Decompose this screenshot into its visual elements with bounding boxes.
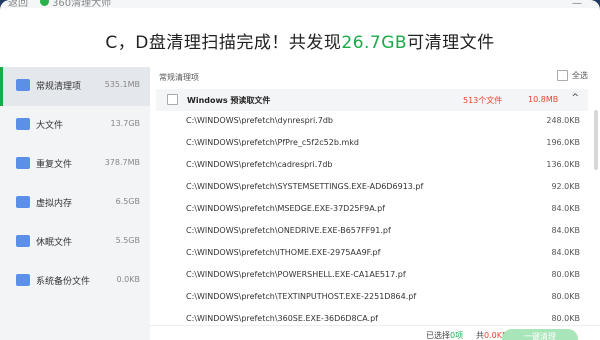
file-path: C:\WINDOWS\prefetch\TEXTINPUTHOST.EXE-22…: [186, 292, 417, 301]
app-logo-icon: [40, 0, 49, 6]
select-all-label: 全选: [572, 71, 588, 80]
file-size: 92.0KB: [551, 182, 580, 191]
sidebar-item-duplicate-files[interactable]: 重复文件 378.7MB: [0, 145, 150, 184]
file-list-panel: 常规清理项 全选 Windows 预读取文件 513个文件 10.8MB ^ C…: [150, 67, 600, 340]
headline-size: 26.7GB: [341, 33, 408, 53]
file-path: C:\WINDOWS\prefetch\ITHOME.EXE-2975AA9F.…: [186, 248, 381, 257]
sidebar-item-hibernation-file[interactable]: 休眠文件 5.5GB: [0, 223, 150, 262]
sidebar-item-size: 378.7MB: [104, 158, 140, 167]
sidebar-item-large-files[interactable]: 大文件 13.7GB: [0, 106, 150, 145]
headline-suffix: 可清理文件: [407, 33, 495, 53]
action-bar: 已选择0项 共0.0KB 一键清理: [150, 325, 600, 340]
file-size: 80.0KB: [551, 292, 580, 301]
sidebar-item-regular[interactable]: 常规清理项 535.1MB: [0, 67, 150, 106]
sleep-folder-icon: [16, 235, 30, 247]
sidebar-item-size: 0.0KB: [116, 275, 140, 284]
sidebar-item-label: 大文件: [36, 121, 64, 131]
sidebar-item-virtual-memory[interactable]: 虚拟内存 6.5GB: [0, 184, 150, 223]
select-all-checkbox[interactable]: 全选: [557, 70, 588, 81]
file-size: 84.0KB: [551, 248, 580, 257]
scrollbar-thumb[interactable]: [594, 110, 598, 170]
group-title: Windows 预读取文件: [187, 96, 271, 105]
sidebar-item-system-backup[interactable]: 系统备份文件 0.0KB: [0, 262, 150, 301]
list-item[interactable]: C:\WINDOWS\prefetch\TEXTINPUTHOST.EXE-22…: [156, 287, 588, 309]
title-bar: 返回 360清理大师 —: [0, 0, 600, 9]
group-checkbox[interactable]: [167, 94, 178, 105]
file-path: C:\WINDOWS\prefetch\SYSTEMSETTINGS.EXE-A…: [186, 182, 424, 191]
file-size: 248.0KB: [546, 116, 580, 125]
headline-prefix: C，D盘清理扫描完成！共发现: [105, 33, 342, 53]
file-size: 80.0KB: [551, 270, 580, 279]
sidebar-item-size: 5.5GB: [115, 236, 140, 245]
sidebar-item-label: 休眠文件: [36, 238, 73, 248]
sidebar-item-label: 重复文件: [36, 160, 73, 170]
memory-folder-icon: [16, 196, 30, 208]
back-button[interactable]: 返回: [8, 0, 28, 9]
list-item[interactable]: C:\WINDOWS\prefetch\ONEDRIVE.EXE-B657FF9…: [156, 221, 588, 243]
minimize-button[interactable]: —: [572, 0, 582, 9]
list-item[interactable]: C:\WINDOWS\prefetch\POWERSHELL.EXE-CA1AE…: [156, 265, 588, 287]
list-item[interactable]: C:\WINDOWS\prefetch\ITHOME.EXE-2975AA9F.…: [156, 243, 588, 265]
group-header-prefetch[interactable]: Windows 预读取文件 513个文件 10.8MB ^: [156, 89, 588, 111]
list-item[interactable]: C:\WINDOWS\prefetch\SYSTEMSETTINGS.EXE-A…: [156, 177, 588, 199]
group-file-count: 513个文件: [463, 96, 503, 105]
duplicate-folder-icon: [16, 157, 30, 169]
file-path: C:\WINDOWS\prefetch\PfPre_c5f2c52b.mkd: [186, 138, 359, 147]
file-path: C:\WINDOWS\prefetch\MSEDGE.EXE-37D25F9A.…: [186, 204, 385, 213]
folder-icon: [16, 118, 30, 130]
list-item[interactable]: C:\WINDOWS\prefetch\MSEDGE.EXE-37D25F9A.…: [156, 199, 588, 221]
app-title: 360清理大师: [52, 0, 112, 9]
file-path: C:\WINDOWS\prefetch\dynrespri.7db: [186, 116, 333, 125]
file-path: C:\WINDOWS\prefetch\cadrespri.7db: [186, 160, 333, 169]
clean-button[interactable]: 一键清理: [502, 329, 578, 340]
sidebar-item-size: 13.7GB: [110, 119, 141, 128]
cleaner-window: 返回 360清理大师 — C，D盘清理扫描完成！共发现26.7GB可清理文件 常…: [0, 0, 600, 340]
chevron-up-icon[interactable]: ^: [571, 93, 579, 103]
file-size: 80.0KB: [551, 314, 580, 323]
file-size: 136.0KB: [546, 160, 580, 169]
folder-icon: [16, 79, 30, 91]
file-size: 84.0KB: [551, 204, 580, 213]
selected-label: 已选择: [426, 331, 450, 340]
sidebar-item-label: 系统备份文件: [36, 277, 91, 287]
file-path: C:\WINDOWS\prefetch\360SE.EXE-36D6D8CA.p…: [186, 314, 378, 323]
file-size: 196.0KB: [546, 138, 580, 147]
section-title: 常规清理项: [159, 73, 199, 82]
group-size: 10.8MB: [528, 95, 559, 104]
sidebar-item-label: 虚拟内存: [36, 199, 73, 209]
sidebar-item-size: 6.5GB: [115, 197, 140, 206]
backup-folder-icon: [16, 274, 30, 286]
checkbox-icon: [557, 70, 568, 81]
selected-summary: 已选择0项: [426, 330, 463, 340]
category-sidebar: 常规清理项 535.1MB 大文件 13.7GB 重复文件 378.7MB 虚拟…: [0, 67, 150, 340]
file-path: C:\WINDOWS\prefetch\POWERSHELL.EXE-CA1AE…: [186, 270, 406, 279]
selected-count: 0项: [450, 331, 464, 340]
file-size: 84.0KB: [551, 226, 580, 235]
sidebar-item-label: 常规清理项: [36, 82, 82, 92]
list-item[interactable]: C:\WINDOWS\prefetch\dynrespri.7db 248.0K…: [156, 111, 588, 133]
list-item[interactable]: C:\WINDOWS\prefetch\cadrespri.7db 136.0K…: [156, 155, 588, 177]
file-path: C:\WINDOWS\prefetch\ONEDRIVE.EXE-B657FF9…: [186, 226, 391, 235]
list-item[interactable]: C:\WINDOWS\prefetch\PfPre_c5f2c52b.mkd 1…: [156, 133, 588, 155]
sidebar-item-size: 535.1MB: [104, 80, 140, 89]
total-label: 共: [476, 331, 484, 340]
scan-result-headline: C，D盘清理扫描完成！共发现26.7GB可清理文件: [0, 28, 600, 53]
